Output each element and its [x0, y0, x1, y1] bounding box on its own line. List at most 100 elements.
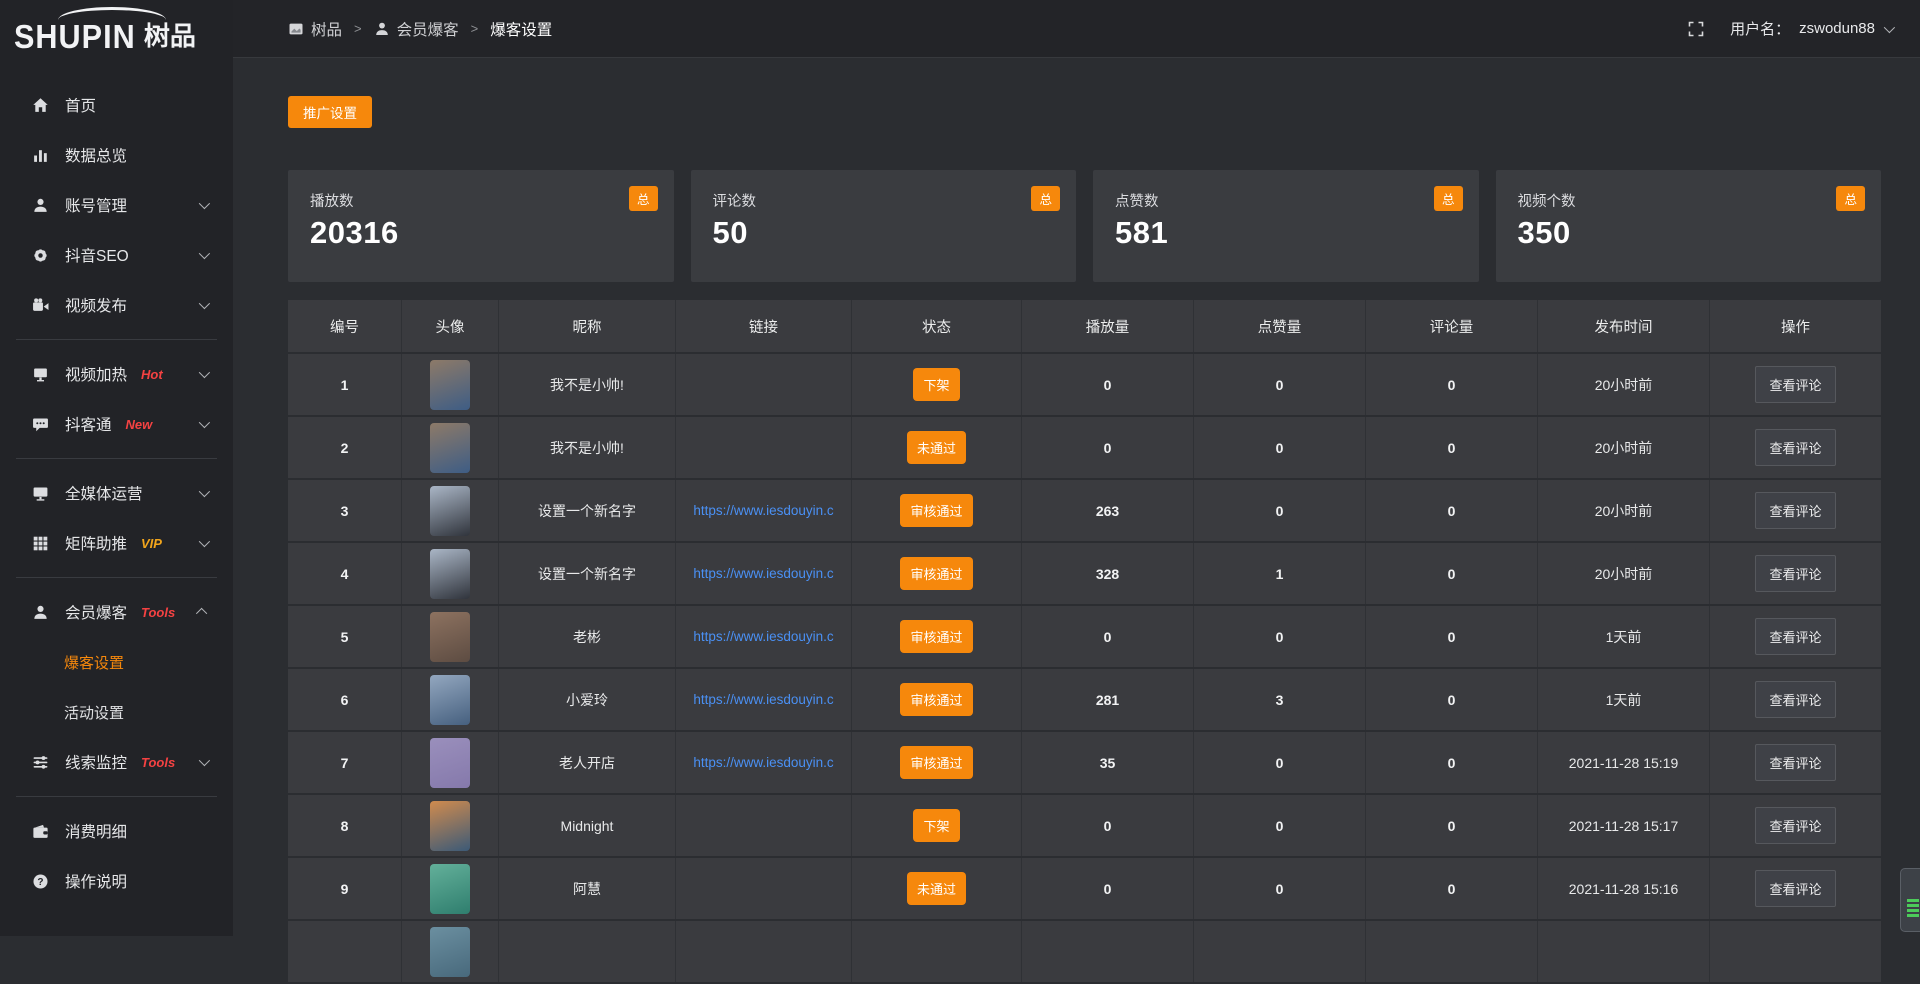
link-cell	[676, 795, 852, 856]
comments-cell: 0	[1366, 417, 1538, 478]
avatar	[430, 927, 470, 977]
sidebar-item-12[interactable]: 会员爆客Tools	[0, 587, 233, 637]
action-cell: 查看评论	[1710, 795, 1881, 856]
video-link[interactable]: https://www.iesdouyin.c	[687, 566, 839, 581]
row-number-cell: 2	[288, 417, 402, 478]
sidebar-item-4[interactable]: 视频发布	[0, 280, 233, 330]
sidebar-item-16[interactable]: ?操作说明	[0, 856, 233, 906]
status-cell: 未通过	[852, 858, 1022, 919]
total-badge: 总	[1031, 186, 1060, 211]
row-number-cell: 7	[288, 732, 402, 793]
home-icon	[32, 96, 50, 114]
sidebar-subitem-0[interactable]: 爆客设置	[0, 637, 233, 687]
video-link[interactable]: https://www.iesdouyin.c	[687, 503, 839, 518]
likes-cell: 0	[1194, 732, 1366, 793]
likes-cell: 0	[1194, 858, 1366, 919]
sidebar-item-label: 数据总览	[65, 144, 127, 166]
stat-card-label: 视频个数	[1518, 190, 1860, 211]
question-icon: ?	[32, 872, 50, 890]
view-comments-button[interactable]: 查看评论	[1755, 870, 1835, 907]
sidebar-item-3[interactable]: 抖音SEO	[0, 230, 233, 280]
table-header-cell: 状态	[852, 300, 1022, 352]
user-icon	[374, 21, 390, 37]
likes-cell: 1	[1194, 543, 1366, 604]
sidebar-divider	[16, 339, 217, 340]
sidebar-item-10[interactable]: 矩阵助推VIP	[0, 518, 233, 568]
sidebar-item-tag: Hot	[141, 367, 163, 382]
publish-time-cell: 2021-11-28 15:16	[1538, 858, 1710, 919]
stat-card-label: 点赞数	[1115, 190, 1457, 211]
publish-time-cell: 20小时前	[1538, 543, 1710, 604]
sidebar-item-1[interactable]: 数据总览	[0, 130, 233, 180]
stat-card-0: 播放数20316总	[288, 170, 674, 282]
fullscreen-icon[interactable]	[1688, 21, 1704, 37]
row-number-cell: 6	[288, 669, 402, 730]
likes-cell: 0	[1194, 480, 1366, 541]
view-comments-button[interactable]: 查看评论	[1755, 429, 1835, 466]
sidebar-item-6[interactable]: 视频加热Hot	[0, 349, 233, 399]
chat-icon	[32, 415, 50, 433]
username-label: 用户名：	[1730, 18, 1790, 39]
stat-card-label: 评论数	[713, 190, 1055, 211]
table-row: 1我不是小帅!下架00020小时前查看评论	[288, 354, 1881, 415]
view-comments-button[interactable]: 查看评论	[1755, 681, 1835, 718]
view-comments-button[interactable]: 查看评论	[1755, 744, 1835, 781]
user-icon	[32, 603, 50, 621]
sidebar-item-9[interactable]: 全媒体运营	[0, 468, 233, 518]
view-comments-button[interactable]: 查看评论	[1755, 555, 1835, 592]
video-link[interactable]: https://www.iesdouyin.c	[687, 755, 839, 770]
view-comments-button[interactable]: 查看评论	[1755, 492, 1835, 529]
status-badge: 审核通过	[900, 746, 972, 779]
monitor-icon	[32, 484, 50, 502]
sidebar-item-15[interactable]: 消费明细	[0, 806, 233, 856]
sidebar-item-2[interactable]: 账号管理	[0, 180, 233, 230]
breadcrumb-label: 爆客设置	[490, 18, 552, 40]
view-comments-button[interactable]: 查看评论	[1755, 807, 1835, 844]
action-cell: 查看评论	[1710, 669, 1881, 730]
avatar	[430, 675, 470, 725]
status-cell: 审核通过	[852, 669, 1022, 730]
sidebar-item-13[interactable]: 线索监控Tools	[0, 737, 233, 787]
topbar: 树品>会员爆客>爆客设置 用户名：zswodun88	[233, 0, 1920, 58]
view-comments-button[interactable]: 查看评论	[1755, 366, 1835, 403]
table-header-cell: 昵称	[499, 300, 676, 352]
row-number-cell: 3	[288, 480, 402, 541]
avatar	[430, 360, 470, 410]
table-header-cell: 点赞量	[1194, 300, 1366, 352]
row-number-cell: 9	[288, 858, 402, 919]
breadcrumb-item-0[interactable]: 树品	[288, 18, 342, 40]
plays-cell: 0	[1022, 354, 1194, 415]
video-link[interactable]: https://www.iesdouyin.c	[687, 692, 839, 707]
status-badge: 未通过	[907, 872, 966, 905]
promo-settings-button[interactable]: 推广设置	[288, 96, 372, 128]
screen-icon	[32, 365, 50, 383]
link-cell: https://www.iesdouyin.c	[676, 543, 852, 604]
stat-cards: 播放数20316总评论数50总点赞数581总视频个数350总	[288, 170, 1881, 282]
floating-widget[interactable]	[1900, 868, 1920, 932]
link-cell	[676, 354, 852, 415]
sidebar-item-0[interactable]: 首页	[0, 80, 233, 130]
app-logo: SHUPIN 树品	[0, 0, 233, 66]
stat-card-value: 20316	[310, 215, 652, 251]
status-cell: 审核通过	[852, 543, 1022, 604]
publish-time-cell: 1天前	[1538, 669, 1710, 730]
user-menu[interactable]: 用户名：zswodun88	[1730, 18, 1892, 39]
breadcrumb-item-1[interactable]: 会员爆客	[374, 18, 459, 40]
table-header-cell: 头像	[402, 300, 499, 352]
view-comments-button[interactable]: 查看评论	[1755, 618, 1835, 655]
total-badge: 总	[1836, 186, 1865, 211]
stat-card-value: 581	[1115, 215, 1457, 251]
chevron-up-icon	[196, 608, 207, 619]
sidebar-item-label: 抖音SEO	[65, 244, 129, 266]
sidebar-subitem-1[interactable]: 活动设置	[0, 687, 233, 737]
chevron-down-icon	[199, 755, 210, 766]
sidebar-item-7[interactable]: 抖客通New	[0, 399, 233, 449]
avatar-cell	[402, 858, 499, 919]
action-cell: 查看评论	[1710, 606, 1881, 667]
publish-time-cell: 2021-11-28 15:17	[1538, 795, 1710, 856]
chevron-down-icon	[199, 248, 210, 259]
app-icon	[288, 21, 304, 37]
video-link[interactable]: https://www.iesdouyin.c	[687, 629, 839, 644]
likes-cell: 0	[1194, 354, 1366, 415]
grid-icon	[32, 534, 50, 552]
